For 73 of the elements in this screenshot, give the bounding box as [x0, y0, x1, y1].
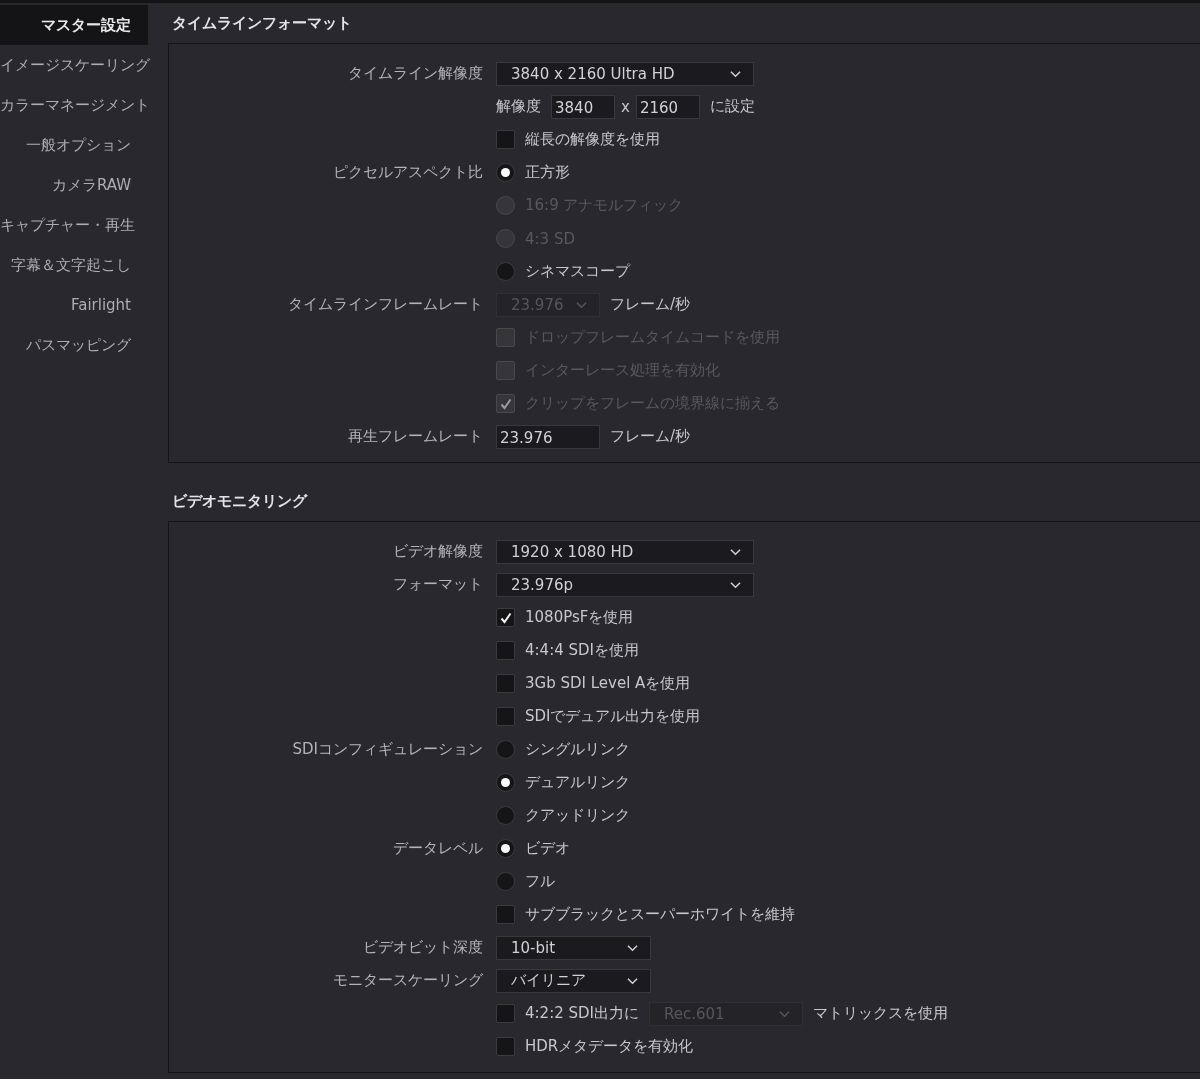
sidebar-item[interactable]: イメージスケーリング: [0, 45, 148, 85]
radio-button[interactable]: [496, 806, 515, 825]
radio-label: シングルリンク: [525, 740, 630, 759]
checkbox[interactable]: [496, 674, 515, 693]
radio-label: クアッドリンク: [525, 806, 630, 825]
field-label: ピクセルアスペクト比: [333, 163, 483, 181]
radio-label: シネマスコープ: [525, 262, 630, 281]
dropdown[interactable]: 3840 x 2160 Ultra HD: [496, 61, 754, 86]
field-label: 解像度: [496, 97, 541, 116]
chevron-down-icon: [627, 976, 638, 985]
field-label: ビデオビット深度: [363, 938, 483, 956]
checkbox[interactable]: [496, 130, 515, 149]
checkbox-label: 3Gb SDI Level Aを使用: [525, 674, 691, 693]
checkbox-label: サブブラックとスーパーホワイトを維持: [525, 905, 795, 924]
radio-button[interactable]: [496, 872, 515, 891]
field-label: マトリックスを使用: [813, 1004, 948, 1023]
field-label: フォーマット: [393, 575, 483, 593]
sidebar-item[interactable]: Fairlight: [0, 285, 148, 325]
separator-label: x: [621, 97, 630, 116]
chevron-down-icon: [576, 300, 587, 309]
checkbox-label: 4:2:2 SDI出力に: [525, 1004, 639, 1023]
field-label: ビデオ解像度: [393, 542, 483, 560]
sidebar-item[interactable]: カメラRAW: [0, 165, 148, 205]
radio-label: 正方形: [525, 163, 570, 182]
checkmark-icon: [498, 610, 513, 625]
unit-label: フレーム/秒: [610, 295, 691, 314]
sidebar-item[interactable]: キャプチャー・再生: [0, 205, 148, 245]
radio-button[interactable]: [496, 839, 515, 858]
checked-checkbox[interactable]: [496, 608, 515, 627]
sidebar-item[interactable]: 一般オプション: [0, 125, 148, 165]
radio-button[interactable]: [496, 773, 515, 792]
dropdown[interactable]: 1920 x 1080 HD: [496, 539, 754, 564]
checkbox[interactable]: [496, 707, 515, 726]
checkbox-label: 縦長の解像度を使用: [525, 130, 660, 149]
dropdown[interactable]: 23.976p: [496, 572, 754, 597]
chevron-down-icon: [779, 1009, 790, 1018]
unit-label: フレーム/秒: [610, 427, 691, 446]
sidebar-item[interactable]: マスター設定: [0, 5, 148, 45]
input-field[interactable]: 23.976: [496, 424, 600, 449]
field-label: タイムラインフレームレート: [288, 295, 483, 313]
section-title: ビデオモニタリング: [171, 491, 309, 512]
sidebar-item[interactable]: パスマッピング: [0, 325, 148, 365]
field-label: に設定: [709, 97, 755, 116]
field-label: SDIコンフィギュレーション: [292, 740, 483, 758]
checkbox[interactable]: [496, 641, 515, 660]
radio-button[interactable]: [496, 163, 515, 182]
field-label: モニタースケーリング: [333, 971, 483, 989]
field-label: タイムライン解像度: [348, 64, 483, 82]
checkbox[interactable]: [496, 905, 515, 924]
checkbox-label: 1080PsFを使用: [525, 608, 634, 627]
dropdown[interactable]: 10-bit: [496, 935, 651, 960]
chevron-down-icon: [730, 547, 741, 556]
radio-label: ビデオ: [525, 839, 570, 858]
input-field[interactable]: 3840: [551, 94, 615, 119]
radio-button[interactable]: [496, 262, 515, 281]
chevron-down-icon: [730, 580, 741, 589]
chevron-down-icon: [627, 943, 638, 952]
section-title: タイムラインフォーマット: [171, 13, 353, 34]
sidebar-item[interactable]: カラーマネージメント: [0, 85, 148, 125]
checkbox[interactable]: [496, 1037, 515, 1056]
radio-label: デュアルリンク: [525, 773, 630, 792]
field-label: データレベル: [393, 839, 483, 857]
sidebar-item[interactable]: 字幕＆文字起こし: [0, 245, 148, 285]
chevron-down-icon: [730, 69, 741, 78]
checkbox-label: 4:4:4 SDIを使用: [525, 641, 639, 660]
input-field[interactable]: 2160: [635, 94, 700, 119]
radio-button[interactable]: [496, 740, 515, 759]
radio-label: フル: [525, 872, 555, 891]
field-label: 再生フレームレート: [348, 427, 483, 445]
dropdown[interactable]: バイリニア: [496, 968, 651, 993]
checkbox-label: HDRメタデータを有効化: [525, 1037, 694, 1056]
checkbox-label: SDIでデュアル出力を使用: [525, 707, 701, 726]
checkmark-icon: [498, 396, 513, 411]
